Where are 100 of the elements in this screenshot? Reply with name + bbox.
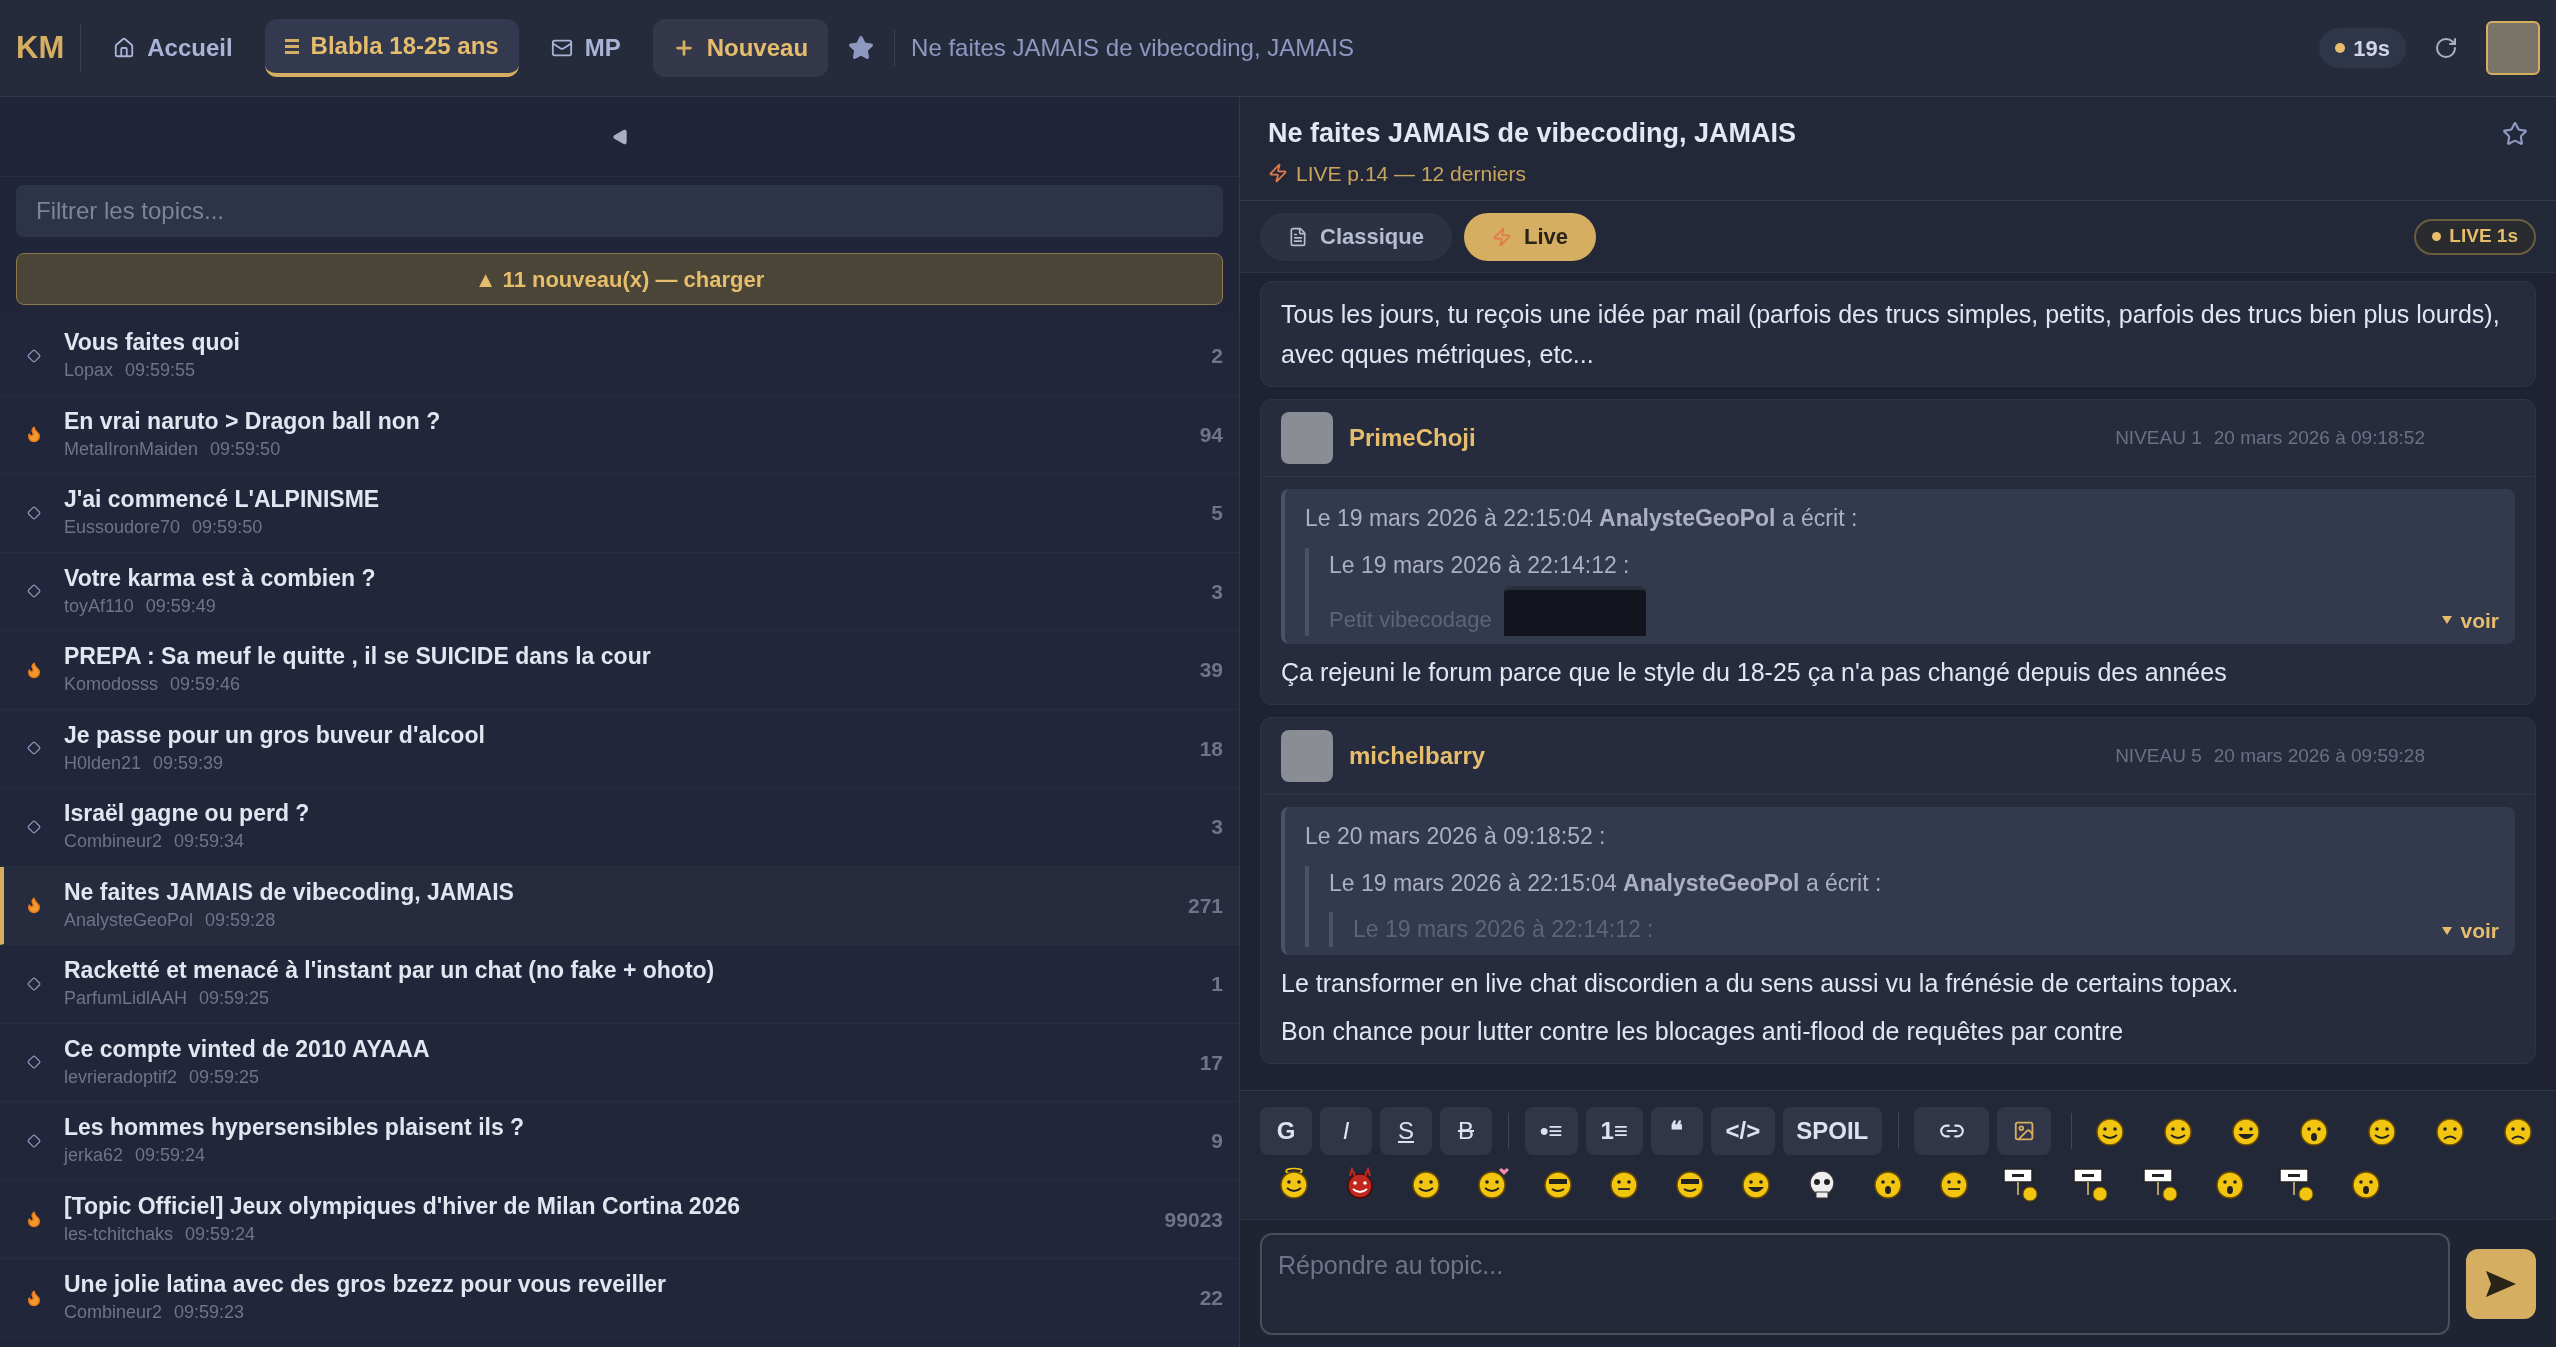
caret-icon	[2442, 926, 2453, 935]
view-tab[interactable]: Classique	[1260, 212, 1452, 261]
reply-count: 94	[1199, 421, 1223, 448]
topic-breadcrumb[interactable]: Ne faites JAMAIS de vibecoding, JAMAIS	[894, 30, 1354, 66]
flame-icon	[25, 1288, 43, 1307]
topic-author: Combineur2	[64, 830, 163, 854]
topic-title: Vous faites quoi	[64, 328, 240, 358]
topic-author: toyAf110	[64, 594, 134, 618]
nav-tab[interactable]: Nouveau	[652, 19, 829, 77]
user-level: NIVEAU 5	[2115, 743, 2202, 768]
topic-time: 09:59:24	[135, 1144, 206, 1168]
filter-field[interactable]: Filtrer les topics...	[16, 185, 1223, 237]
topic-time: 09:59:24	[185, 1222, 256, 1246]
topic-title: Les hommes hypersensibles plaisent ils ?	[64, 1113, 525, 1143]
user-level: NIVEAU 1	[2115, 425, 2202, 450]
reply-count: 18	[1199, 735, 1223, 762]
topic-title: Israël gagne ou perd ?	[64, 799, 310, 829]
reply-count: 39	[1199, 657, 1223, 683]
reply-count: 3	[1211, 814, 1223, 840]
topic-author: les-tchitchaks	[64, 1222, 174, 1246]
topic-title: Je passe pour un gros buveur d'alcool	[64, 720, 485, 750]
quote-header: Le 19 mars 2026 à 22:14:12 :	[1329, 550, 1630, 580]
view-tab[interactable]: Live	[1463, 212, 1596, 261]
topic-author: ParfumLidlAAH	[64, 987, 188, 1011]
topic-author: Eussoudore70	[64, 516, 181, 540]
topic-heading: Ne faites JAMAIS de vibecoding, JAMAIS	[1268, 117, 1797, 150]
topic-title: Votre karma est à combien ?	[64, 563, 376, 593]
nav-tab[interactable]: Blabla 18-25 ans	[264, 19, 519, 77]
timer-badge: 19s	[2319, 28, 2406, 68]
send-icon	[2486, 1270, 2516, 1297]
topic-row[interactable]: Ne faites JAMAIS de vibecoding, JAMAIS AnalysteGeoPol 09:59:28 271	[0, 866, 1239, 945]
reply-count: 2	[1211, 343, 1223, 369]
send-button[interactable]	[2466, 1248, 2536, 1319]
reply-count: 17	[1199, 1049, 1223, 1076]
reply-count: 5	[1211, 500, 1223, 526]
diamond-icon	[27, 976, 41, 991]
logo[interactable]: KM	[16, 24, 82, 72]
star-icon[interactable]	[848, 35, 875, 61]
topic-title: J'ai commencé L'ALPINISME	[64, 485, 380, 515]
topic-time: 09:59:23	[174, 1301, 245, 1325]
diamond-icon	[27, 1133, 41, 1148]
topic-title: Ne faites JAMAIS de vibecoding, JAMAIS	[64, 877, 514, 907]
post-text: Bon chance pour lutter contre les blocages anti-flood de requêtes par contre	[1281, 1015, 2125, 1047]
format-button[interactable]: </>	[1710, 1107, 1775, 1155]
avatar	[1281, 730, 1333, 782]
topic-author: Lopax	[64, 359, 114, 383]
flame-icon	[25, 660, 43, 679]
flame-icon	[25, 425, 43, 444]
reply-field[interactable]: Répondre au topic...	[1260, 1232, 2450, 1335]
reply-count: 3	[1211, 578, 1223, 605]
topic-author: jerka62	[64, 1144, 124, 1168]
topic-time: 09:59:55	[125, 359, 196, 383]
collapse-icon[interactable]	[611, 128, 628, 145]
load-new-button[interactable]: ▲ 11 nouveau(x) — charger	[16, 253, 1223, 305]
diamond-icon	[27, 505, 41, 520]
reply-count: 271	[1187, 892, 1223, 919]
topic-time: 09:59:46	[170, 673, 241, 697]
underline-button[interactable]: S	[1380, 1107, 1432, 1155]
diamond-icon	[27, 584, 41, 599]
format-button[interactable]: 1≡	[1585, 1107, 1643, 1155]
topic-time: 09:59:49	[145, 594, 216, 618]
refresh-icon[interactable]	[2434, 36, 2458, 60]
image-icon	[2012, 1119, 2036, 1143]
format-button[interactable]: G	[1260, 1107, 1312, 1155]
author-name[interactable]: michelbarry	[1349, 738, 1486, 774]
post-text: Tous les jours, tu reçois une idée par mail (parfois des trucs simples, petits, parfois des trucs bien plus lourds), avec qques métriques, etc...	[1281, 299, 2501, 370]
diamond-icon	[27, 1055, 41, 1070]
image-button[interactable]	[1996, 1107, 2052, 1155]
post-date: 20 mars 2026 à 09:59:28	[2213, 743, 2425, 768]
quote-header: Le 19 mars 2026 à 22:15:04 AnalysteGeoPol a écrit :	[1329, 868, 1882, 898]
home-icon	[113, 37, 136, 59]
star-icon[interactable]	[2502, 121, 2528, 147]
topic-author: H0lden21	[64, 751, 142, 775]
flame-icon	[25, 1210, 43, 1229]
topic-time: 09:59:39	[153, 751, 224, 775]
reply-count: 1	[1211, 971, 1223, 997]
mail-icon	[550, 37, 573, 59]
topic-time: 09:59:25	[199, 987, 270, 1011]
reply-count: 22	[1199, 1285, 1223, 1311]
topic-author: Combineur2	[64, 1301, 163, 1325]
bolt-icon	[1491, 226, 1512, 247]
live-badge: LIVE 1s	[2414, 218, 2536, 255]
quote-header: Le 19 mars 2026 à 22:15:04 AnalysteGeoPol a écrit :	[1305, 504, 1858, 533]
link-button[interactable]	[1914, 1107, 1989, 1155]
format-button[interactable]: ❝	[1650, 1107, 1703, 1155]
topic-author: Komodosss	[64, 673, 159, 697]
caret-icon	[2442, 616, 2453, 625]
format-button[interactable]: SPOIL	[1782, 1107, 1882, 1155]
reply-count: 99023	[1164, 1206, 1223, 1233]
topic-title: PREPA : Sa meuf le quitte , il se SUICIDE dans la cour	[64, 642, 651, 672]
strikethrough-button[interactable]: B	[1440, 1107, 1492, 1155]
nav-tab[interactable]: MP	[530, 19, 641, 77]
italic-button[interactable]: I	[1320, 1107, 1372, 1155]
nav-tab[interactable]: Accueil	[93, 19, 253, 77]
menu-icon	[284, 38, 299, 54]
document-icon	[1288, 226, 1308, 247]
author-name[interactable]: PrimeChoji	[1349, 420, 1476, 456]
format-button[interactable]: •≡	[1524, 1107, 1578, 1155]
topic-title: En vrai naruto > Dragon ball non ?	[64, 406, 441, 436]
topic-time: 09:59:28	[205, 908, 276, 932]
